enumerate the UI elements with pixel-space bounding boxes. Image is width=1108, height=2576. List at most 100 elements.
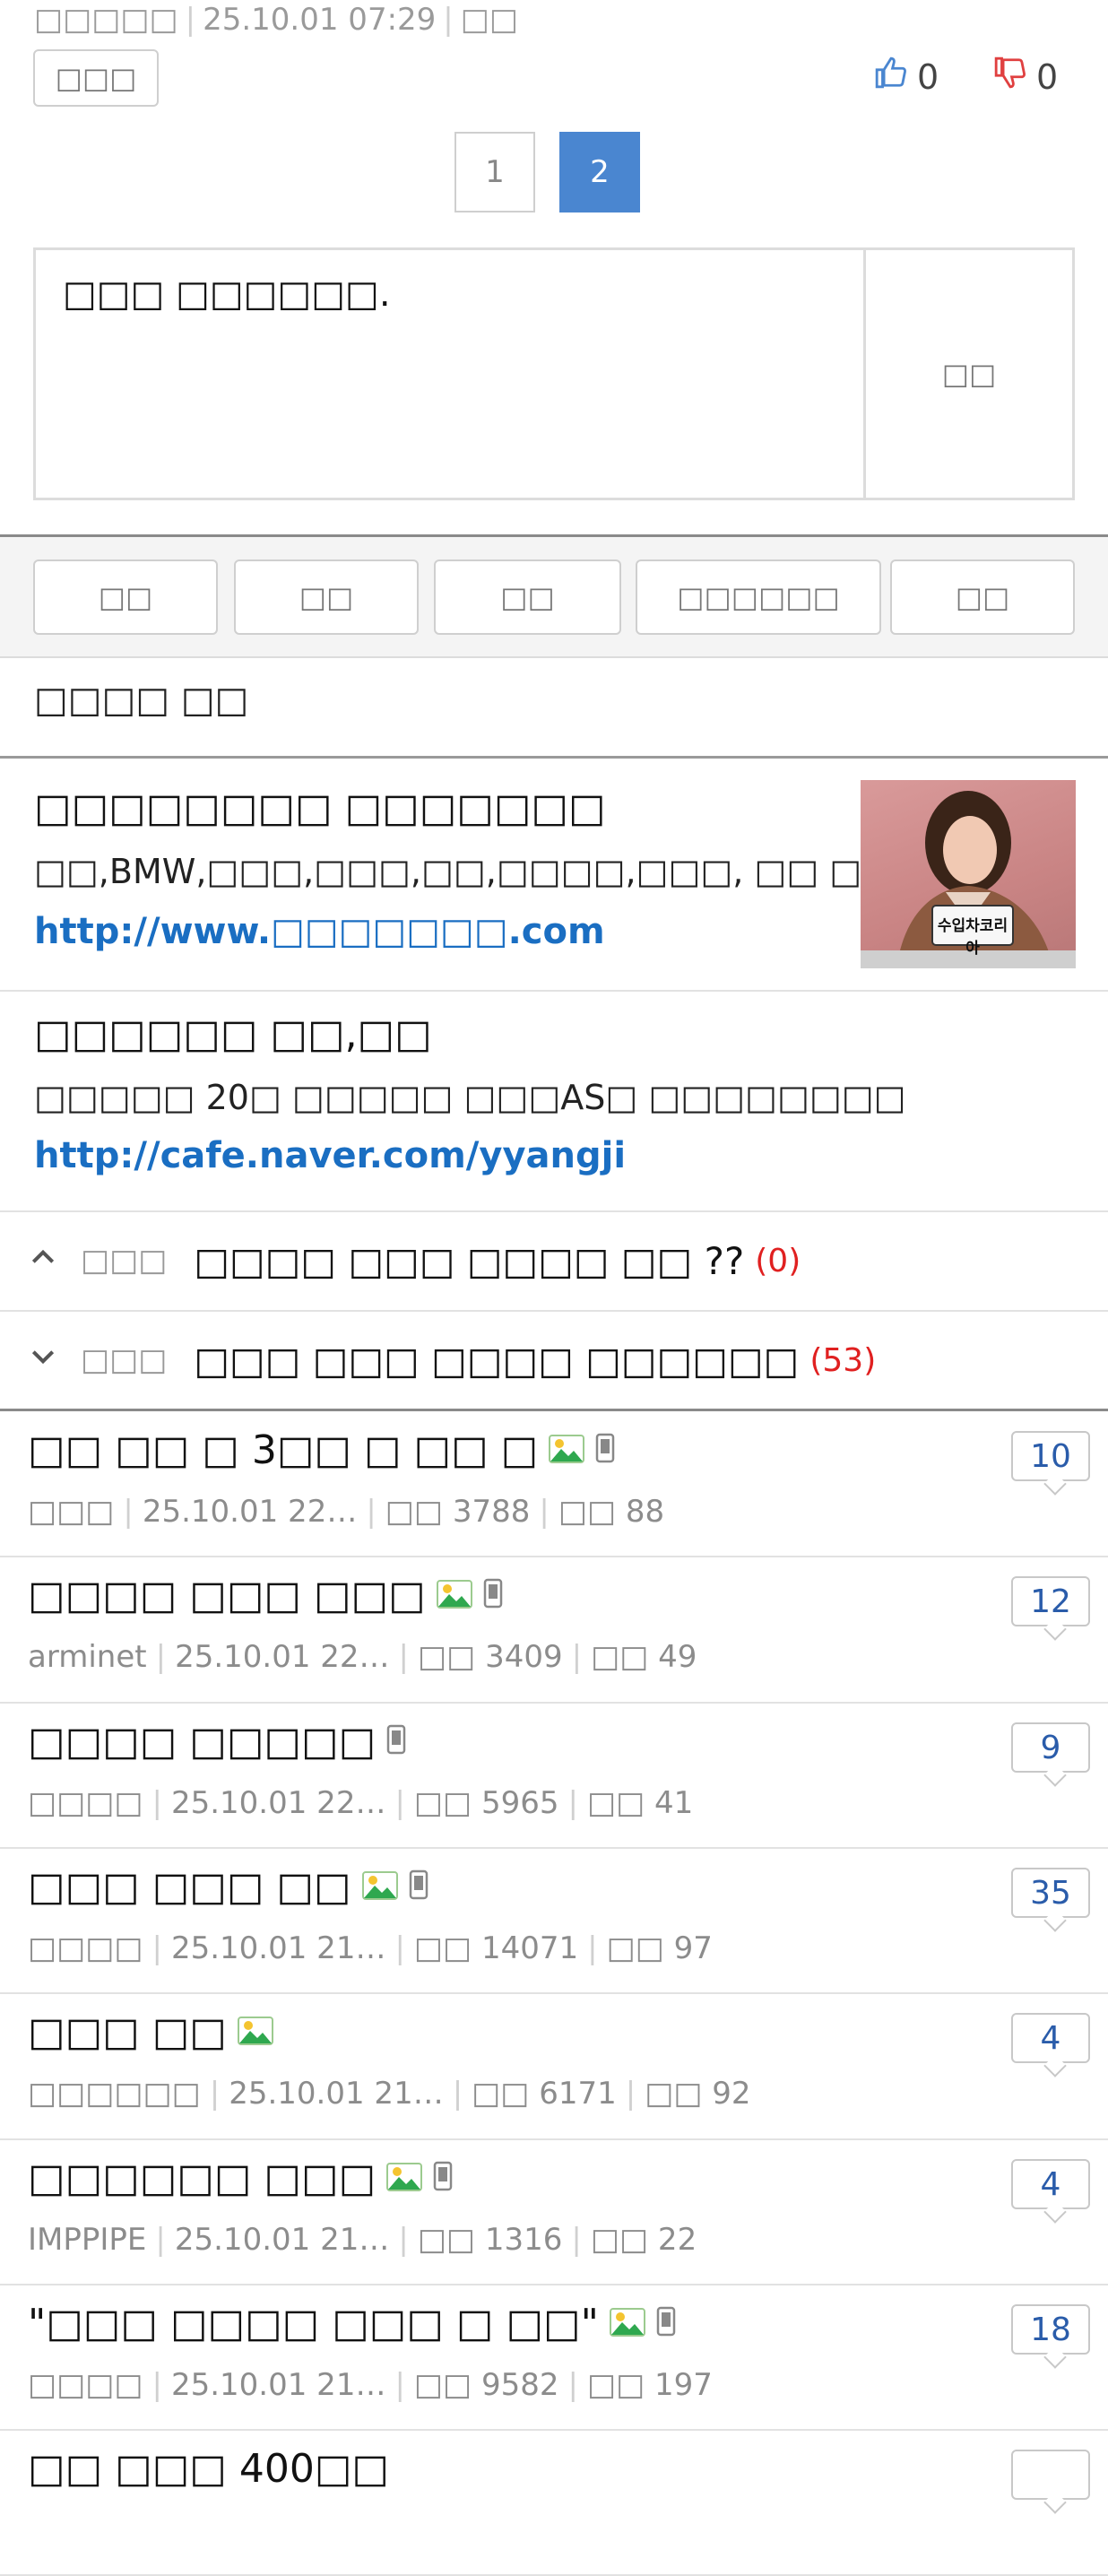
prev-post-link[interactable]: □□□ □□□□ □□□ □□□□ □□ ?? (0) [0,1212,1108,1309]
nav-comment-count: (53) [809,1341,877,1379]
dislike-button[interactable]: 0 [993,56,1058,98]
meta-separator: | [394,2367,405,2403]
like-button[interactable]: 0 [874,56,939,98]
post-title-text: □□ □□□ 400□□ [28,2446,389,2492]
meta-separator: | [394,1785,405,1821]
meta-separator: | [567,2367,578,2403]
post-author: arminet [28,1639,147,1675]
post-meta: IMPPIPE | 25.10.01 21… | □□ 1316 | □□ 22 [28,2222,697,2258]
post-title: □□□□□□ □□□ [28,2155,453,2201]
comment-count: 35 [1030,1874,1071,1912]
mobile-icon [595,1427,615,1473]
post-list-item[interactable]: □□□ □□□ □□ □□□□ | 25.10.01 21… | □□ 14071 | □□ … [0,1848,1108,1993]
post-author: □□□□ [28,1930,143,1966]
comment-count-badge[interactable]: 4 [1011,2159,1090,2224]
post-list-item[interactable]: □□ □□ □ 3□□ □ □□ □ □□□ | 25.10.01 22… | □□ 37… [0,1411,1108,1557]
page-2-button[interactable]: 2 [559,132,640,212]
like-count: 0 [917,56,939,97]
image-attachment-icon [237,2009,273,2055]
meta-separator: | [625,2076,636,2112]
post-views: □□ 5965 [413,1785,559,1821]
meta-separator: | [452,2076,463,2112]
comment-submit-button[interactable]: □□ [863,250,1072,498]
post-date: 25.10.01 21… [170,2367,386,2403]
ad-image-caption: 수입차코리아 [937,917,1008,958]
post-author: □□□□ [28,1785,143,1821]
comment-count-badge[interactable]: 10 [1011,1431,1090,1496]
page-1-button[interactable]: 1 [454,132,535,212]
post-list-item[interactable]: □□□□ □□□ □□□ arminet | 25.10.01 22… | □□ 3409… [0,1557,1108,1702]
toolbar-button-1[interactable]: □□ [33,559,218,635]
toolbar-button-3[interactable]: □□ [434,559,621,635]
toolbar-button-4[interactable]: □□□□□□ [636,559,881,635]
badge-tail [1043,1909,1067,1932]
next-post-link[interactable]: □□□ □□□ □□□ □□□□ □□□□□□ (53) [0,1312,1108,1409]
post-list-item[interactable]: "□□□ □□□□ □□□ □ □□" □□□□ | 25.10.01 21… | □□ … [0,2285,1108,2430]
post-meta-line: □□□□□ | 25.10.01 07:29 | □□ [34,2,519,38]
meta-separator: | [394,1930,405,1966]
meta-separator: | [398,1639,410,1675]
toolbar-button-2[interactable]: □□ [234,559,419,635]
post-list-item[interactable]: □□□□□□ □□□ IMPPIPE | 25.10.01 21… | □□ 1316 | □… [0,2139,1108,2285]
meta-separator: | [571,1639,583,1675]
ad-link[interactable]: http://cafe.naver.com/yyangji [34,1135,626,1176]
meta-separator: | [151,1785,162,1821]
post-title-text: □□□□□□ □□□ [28,2155,377,2201]
post-meta: □□□□ | 25.10.01 21… | □□ 9582 | □□ 197 [28,2367,713,2403]
post-author: □□□□□□ [28,2076,201,2112]
post-list-item[interactable]: □□□ □□ □□□□□□ | 25.10.01 21… | □□ 6171 | □□ 92 4 [0,1993,1108,2138]
comment-count: 10 [1030,1437,1071,1475]
post-date: 25.10.01 21… [174,2222,390,2258]
post-meta: □□□ | 25.10.01 22… | □□ 3788 | □□ 88 [28,1494,664,1530]
post-title: □□□□ □□□ □□□ [28,1573,503,1618]
comment-count-badge[interactable]: 4 [1011,2013,1090,2077]
meta-separator: | [366,1494,377,1530]
meta-separator: | [539,1494,550,1530]
page-2-label: 2 [590,154,610,190]
chevron-down-icon [29,1342,61,1379]
post-title: □□□□ □□□□□ [28,1719,406,1765]
post-meta: arminet | 25.10.01 22… | □□ 3409 | □□ 49 [28,1639,697,1675]
ad-item-1[interactable]: □□□□□□□□ □□□□□□□ □□,BMW,□□□,□□□,□□,□□□□,… [0,759,1108,990]
post-author: IMPPIPE [28,2222,147,2258]
badge-tail [1043,2491,1067,2514]
ad-link[interactable]: http://www.□□□□□□□.com [34,911,605,952]
comment-count-badge[interactable]: 35 [1011,1868,1090,1932]
report-button-label: □□□ [55,61,137,95]
post-list-item[interactable]: □□ □□□ 400□□ [0,2430,1108,2575]
comment-count: 4 [1040,2165,1061,2203]
comment-count-badge[interactable]: 9 [1011,1722,1090,1787]
comment-count-badge[interactable]: 18 [1011,2304,1090,2369]
meta-separator: | [123,1494,134,1530]
nav-title: □□□ □□□ □□□□ □□□□□□ [194,1338,800,1383]
thumbs-down-icon [993,56,1027,98]
post-list-item[interactable]: □□□□ □□□□□ □□□□ | 25.10.01 22… | □□ 5965 | □□ 4… [0,1703,1108,1848]
ad-title: □□□□□□□□ □□□□□□□ [34,785,606,831]
comment-form: □□□ □□□□□□. □□ [33,247,1075,500]
section-title: □□□□ □□ [34,680,249,721]
comment-count-badge[interactable]: 12 [1011,1576,1090,1641]
post-author: □□□ [28,1494,115,1530]
comment-input[interactable]: □□□ □□□□□□. [36,250,863,498]
post-views: □□ 9582 [413,2367,559,2403]
toolbar-button-label: □□ [955,580,1010,614]
post-title-text: □□□ □□□ □□ [28,1864,351,1910]
image-attachment-icon [361,1864,398,1910]
ad-description: □□□□□ 20□ □□□□□ □□□AS□ □□□□□□□□ [34,1078,906,1117]
comment-count-badge[interactable] [1011,2450,1090,2514]
post-likes: □□ 88 [558,1494,665,1530]
badge-tail [1043,2346,1067,2369]
post-views: □□ 6171 [472,2076,617,2112]
ad-item-2[interactable]: □□□□□□ □□,□□ □□□□□ 20□ □□□□□ □□□AS□ □□□□… [0,992,1108,1210]
thumbs-up-icon [874,56,908,98]
post-likes: □□ 22 [590,2222,697,2258]
report-button[interactable]: □□□ [33,49,159,107]
badge-tail [1043,2200,1067,2224]
post-title-text: □□□□ □□□ □□□ [28,1573,426,1618]
post-author: □□□□ [28,2367,143,2403]
meta-separator: | [151,1930,162,1966]
post-views: □□ 3409 [418,1639,563,1675]
post-meta: □□□□□□ | 25.10.01 21… | □□ 6171 | □□ 92 [28,2076,751,2112]
toolbar-button-5[interactable]: □□ [890,559,1075,635]
meta-separator: | [567,1785,578,1821]
